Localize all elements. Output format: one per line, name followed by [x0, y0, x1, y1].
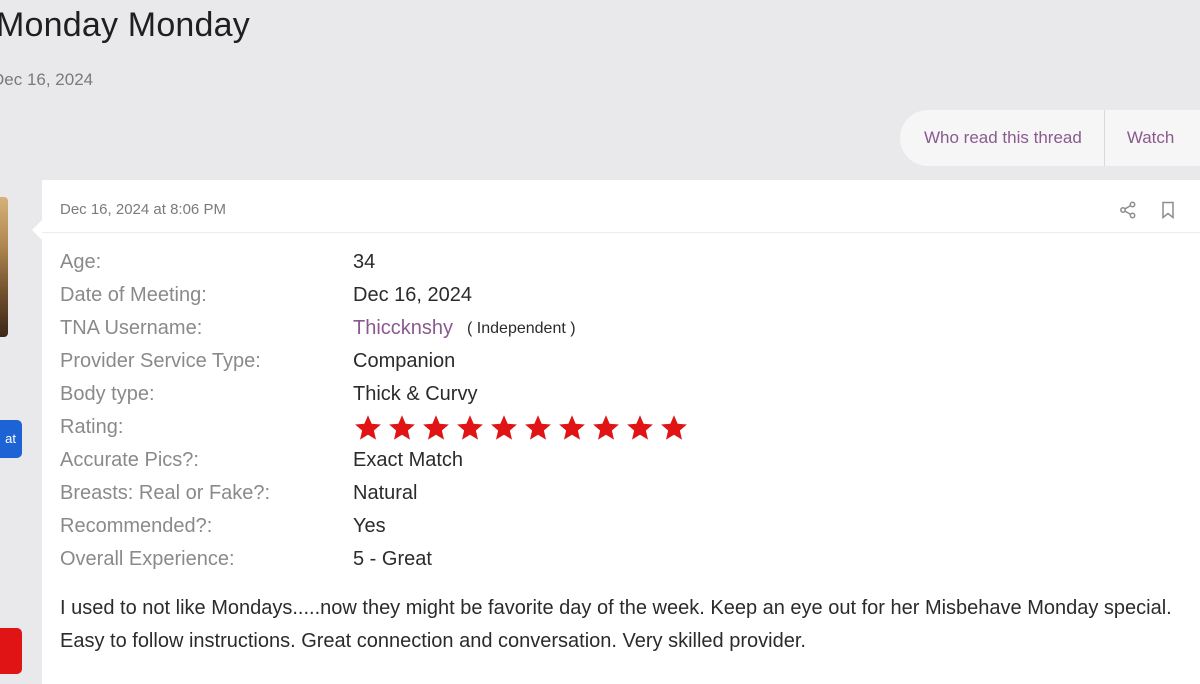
field-value: Natural: [353, 482, 418, 504]
post-card: Dec 16, 2024 at 8:06 PM Age: 34 Date of …: [32, 180, 1200, 684]
user-badge-red: [0, 628, 22, 674]
star-icon: [491, 414, 517, 440]
field-row-body-type: Body type: Thick & Curvy: [60, 378, 1160, 411]
star-icon: [627, 414, 653, 440]
post-header: Dec 16, 2024 at 8:06 PM: [42, 180, 1200, 233]
field-value: Yes: [353, 515, 386, 537]
provider-status: ( Independent ): [467, 319, 576, 337]
field-value: Thick & Curvy: [353, 383, 478, 405]
field-row-service-type: Provider Service Type: Companion: [60, 345, 1160, 378]
username-link[interactable]: Thicсknshy: [353, 317, 453, 340]
post-tools: [1116, 198, 1180, 222]
field-label: Breasts: Real or Fake?:: [60, 482, 271, 504]
star-rating: [353, 413, 689, 443]
field-row-date-of-meeting: Date of Meeting: Dec 16, 2024: [60, 279, 1160, 312]
field-row-overall-experience: Overall Experience: 5 - Great: [60, 543, 1160, 576]
field-value: Thicсknshy ( Independent ): [353, 317, 576, 340]
user-badge-blue[interactable]: at: [0, 420, 22, 458]
avatar[interactable]: [0, 197, 8, 337]
star-icon: [355, 414, 381, 440]
field-row-age: Age: 34: [60, 246, 1160, 279]
field-value: Dec 16, 2024: [353, 284, 472, 306]
who-read-thread-button[interactable]: Who read this thread: [900, 110, 1104, 166]
field-row-accurate-pics: Accurate Pics?: Exact Match: [60, 444, 1160, 477]
field-value: 5 - Great: [353, 548, 432, 570]
star-icon: [423, 414, 449, 440]
review-body: I used to not like Mondays.....now they …: [60, 597, 1172, 652]
field-value: 34: [353, 251, 376, 273]
field-row-breasts: Breasts: Real or Fake?: Natural: [60, 477, 1160, 510]
field-value: Companion: [353, 350, 456, 372]
field-label: Date of Meeting:: [60, 284, 207, 306]
star-icon: [559, 414, 585, 440]
field-label: Provider Service Type:: [60, 350, 261, 372]
field-label: Accurate Pics?:: [60, 449, 199, 471]
star-icon: [593, 414, 619, 440]
thread-page: Monday Monday Dec 16, 2024 Who read this…: [0, 0, 1200, 684]
field-value: Exact Match: [353, 449, 464, 471]
watch-thread-button[interactable]: Watch: [1103, 110, 1197, 166]
review-fields: Age: 34 Date of Meeting: Dec 16, 2024 TN…: [60, 246, 1160, 576]
field-row-username: TNA Username: Thicсknshy ( Independent ): [60, 312, 1160, 345]
field-row-recommended: Recommended?: Yes: [60, 510, 1160, 543]
star-icon: [389, 414, 415, 440]
field-label: Age:: [60, 251, 102, 273]
field-label: Rating:: [60, 416, 124, 438]
field-label: TNA Username:: [60, 317, 203, 339]
post-timestamp[interactable]: Dec 16, 2024 at 8:06 PM: [60, 201, 226, 218]
star-icon: [457, 414, 483, 440]
star-icon: [525, 414, 551, 440]
star-icon: [661, 414, 687, 440]
thread-action-bar: Who read this thread Watch: [900, 110, 1200, 166]
field-label: Overall Experience:: [60, 548, 235, 570]
share-icon[interactable]: [1116, 198, 1140, 222]
field-label: Recommended?:: [60, 515, 213, 537]
field-label: Body type:: [60, 383, 155, 405]
thread-title: Monday Monday: [0, 6, 250, 44]
bookmark-icon[interactable]: [1156, 198, 1180, 222]
field-row-rating: Rating:: [60, 411, 1160, 444]
thread-date: Dec 16, 2024: [0, 70, 94, 89]
